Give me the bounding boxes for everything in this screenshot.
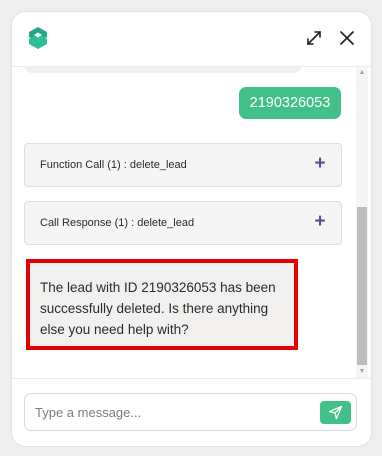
message-input[interactable]: [35, 402, 305, 422]
user-message: 2190326053: [239, 87, 341, 119]
scrollbar[interactable]: ▲ ▼: [356, 67, 368, 378]
send-icon: [328, 405, 343, 420]
chat-messages[interactable]: 2190326053 Function Call (1) : delete_le…: [12, 67, 371, 378]
brand-logo-icon: [26, 26, 50, 50]
chat-widget: 2190326053 Function Call (1) : delete_le…: [12, 12, 371, 446]
send-button[interactable]: [320, 401, 351, 424]
close-icon[interactable]: [337, 28, 357, 48]
bot-message: The lead with ID 2190326053 has been suc…: [26, 259, 298, 350]
function-call-card[interactable]: Function Call (1) : delete_lead +: [24, 143, 342, 187]
scrollbar-thumb[interactable]: [357, 207, 367, 365]
expand-icon[interactable]: [304, 28, 324, 48]
expand-plus-icon[interactable]: +: [311, 154, 329, 174]
previous-message: [24, 67, 302, 73]
expand-plus-icon[interactable]: +: [311, 212, 329, 232]
call-response-label: Call Response (1) : delete_lead: [40, 217, 195, 229]
function-call-label: Function Call (1) : delete_lead: [40, 159, 187, 171]
scroll-down-icon[interactable]: ▼: [356, 367, 368, 377]
chat-header: [12, 12, 371, 67]
message-input-box: [24, 393, 357, 431]
call-response-card[interactable]: Call Response (1) : delete_lead +: [24, 201, 342, 245]
composer: [12, 378, 371, 446]
scroll-up-icon[interactable]: ▲: [356, 68, 368, 78]
